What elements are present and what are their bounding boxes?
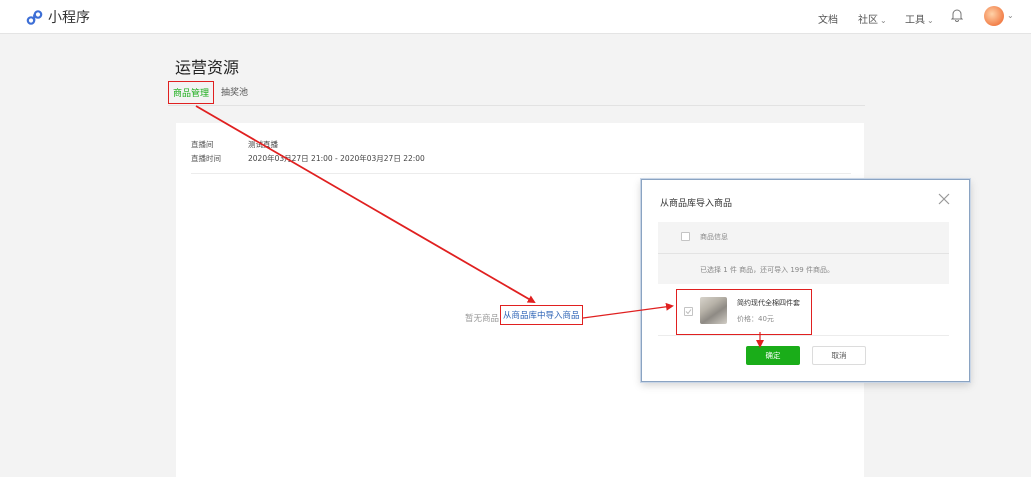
user-avatar[interactable] [984,6,1004,26]
chevron-down-icon[interactable]: ⌄ [1007,11,1014,20]
chevron-down-icon: ⌄ [927,16,934,25]
product-name: 简约现代全棉四件套 [737,299,800,307]
chevron-down-icon: ⌄ [880,16,887,25]
select-all-checkbox[interactable] [681,232,690,241]
nav-community-label: 社区 [858,15,878,26]
live-time-label: 直播时间 [191,154,221,163]
close-icon[interactable] [937,192,951,206]
nav-docs[interactable]: 文档 [818,11,838,26]
product-thumbnail [700,297,727,324]
product-list-header: 商品信息 已选择 1 件 商品，还可导入 199 件商品。 [658,222,949,284]
product-info-column-label: 商品信息 [700,233,728,241]
live-room-value: 测试直播 [248,140,278,149]
product-price: 价格：40元 [737,315,774,323]
nav-tools[interactable]: 工具 ⌄ [905,11,934,26]
nav-community[interactable]: 社区 ⌄ [858,11,887,26]
nav-tools-label: 工具 [905,15,925,26]
wechat-miniprogram-logo-icon [26,9,43,25]
confirm-button[interactable]: 确定 [746,346,800,365]
tab-lottery-pool[interactable]: 抽奖池 [221,85,248,98]
import-from-library-link[interactable]: 从商品库中导入商品 [500,305,583,325]
page-title: 运营资源 [175,58,240,77]
product-checkbox[interactable] [684,307,693,316]
checkmark-icon [685,309,692,315]
live-room-label: 直播间 [191,140,214,149]
tab-product-management[interactable]: 商品管理 [168,81,215,104]
selection-count-note: 已选择 1 件 商品，还可导入 199 件商品。 [700,266,834,274]
empty-state-text: 暂无商品 [465,314,500,324]
divider [658,335,949,336]
divider [191,173,851,174]
top-navigation-bar: 小程序 文档 社区 ⌄ 工具 ⌄ ⌄ [0,0,1031,34]
product-list-item[interactable]: 简约现代全棉四件套 价格：40元 [676,289,812,335]
import-products-dialog: 从商品库导入商品 商品信息 已选择 1 件 商品，还可导入 199 件商品。 简… [641,179,970,382]
divider [658,253,949,254]
app-title: 小程序 [48,10,90,26]
bell-icon[interactable] [951,8,963,22]
cancel-button[interactable]: 取消 [812,346,866,365]
live-time-value: 2020年03月27日 21:00 - 2020年03月27日 22:00 [248,154,425,163]
dialog-title: 从商品库导入商品 [660,199,733,209]
app-logo[interactable]: 小程序 [26,7,90,27]
resource-tabs: 商品管理 抽奖池 [168,81,865,106]
